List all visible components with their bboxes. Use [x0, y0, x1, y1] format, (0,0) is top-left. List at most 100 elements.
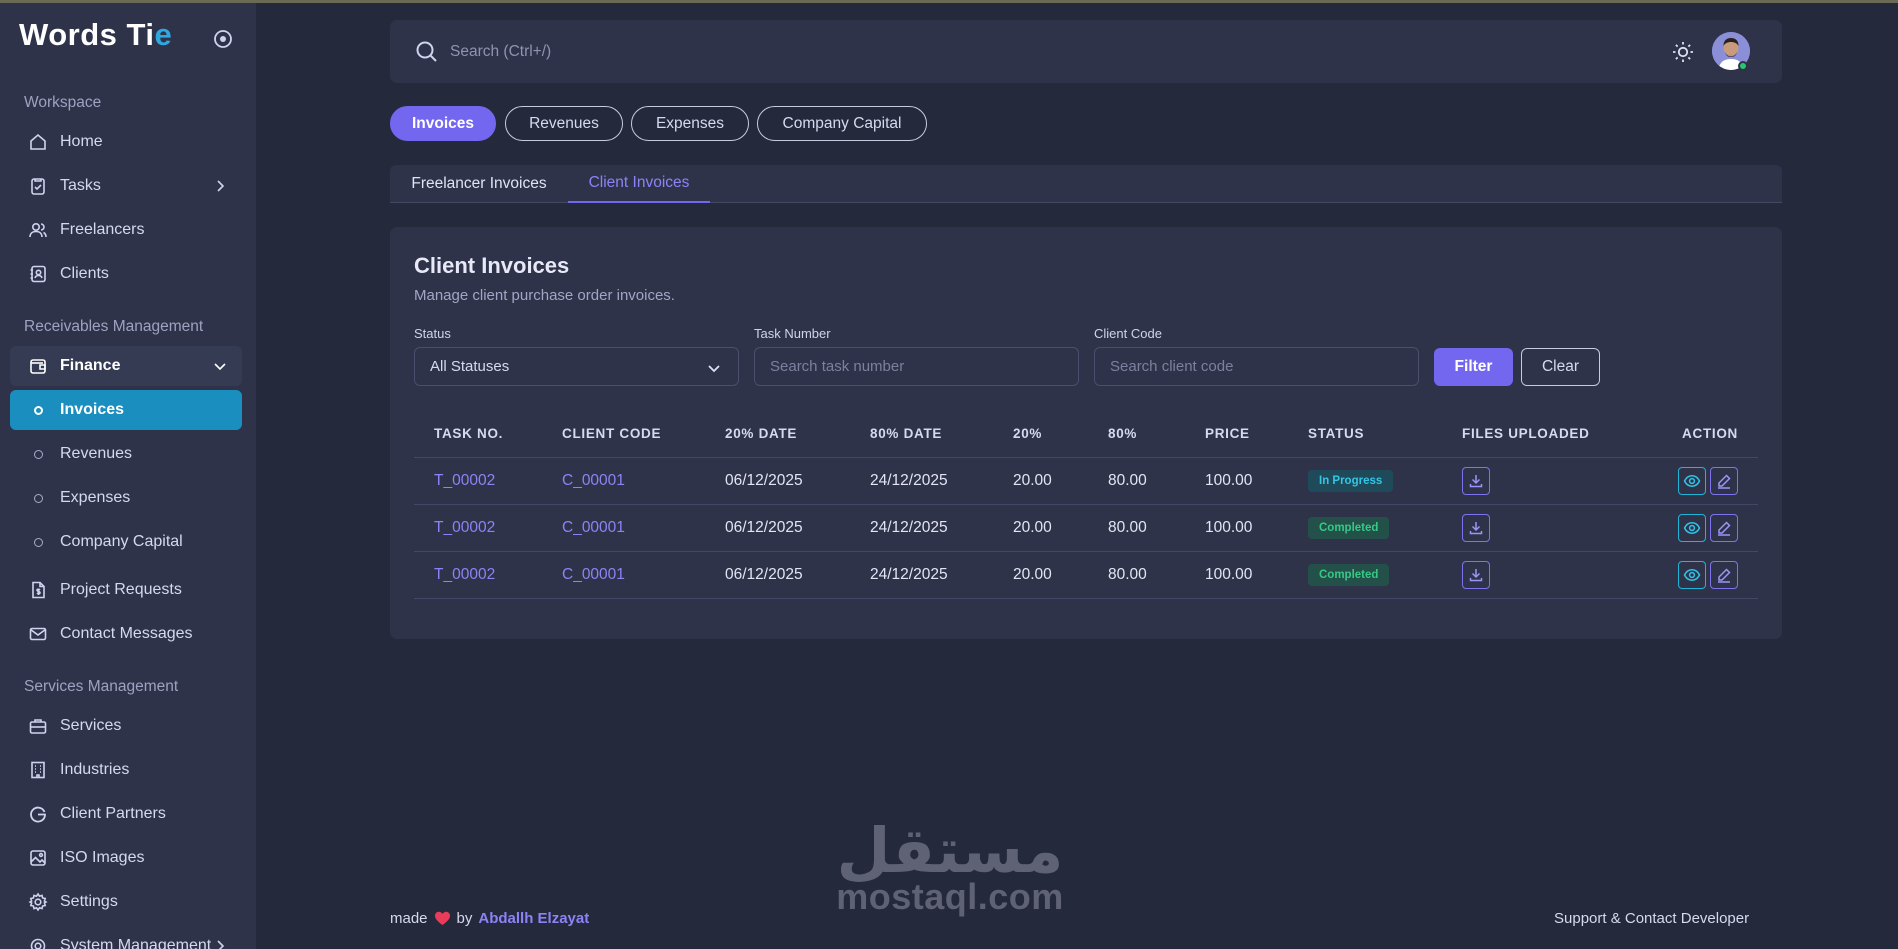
mail-icon	[27, 623, 49, 645]
table-row: T_00002 C_00001 06/12/2025 24/12/2025 20…	[414, 504, 1758, 552]
sidebar-item-settings[interactable]: Settings	[10, 882, 242, 922]
sidebar-item-clients[interactable]: Clients	[10, 254, 242, 294]
sun-icon[interactable]	[1670, 39, 1696, 65]
sidebar-item-label: ISO Images	[60, 849, 145, 866]
status-filter-label: Status	[414, 326, 451, 341]
author-link[interactable]: Abdallh Elzayat	[478, 910, 589, 927]
column-header[interactable]: 20%	[993, 411, 1088, 458]
status-select[interactable]: All Statuses	[414, 347, 739, 386]
date-20-cell: 06/12/2025	[705, 551, 850, 599]
bullet-circle-icon	[27, 399, 49, 421]
table-row: T_00002 C_00001 06/12/2025 24/12/2025 20…	[414, 551, 1758, 599]
sidebar-item-label: System Management	[60, 937, 212, 949]
view-eye-icon[interactable]	[1678, 513, 1706, 542]
window-top-border	[0, 0, 1898, 3]
tab-client-invoices[interactable]: Client Invoices	[568, 165, 710, 203]
sidebar-item-expenses[interactable]: Expenses	[10, 478, 242, 518]
chevron-right-icon	[212, 938, 228, 949]
column-header[interactable]: 80%	[1088, 411, 1185, 458]
price-cell: 100.00	[1185, 504, 1288, 552]
client-code-link[interactable]: C_00001	[542, 457, 705, 505]
column-header[interactable]: ACTION	[1592, 411, 1758, 458]
sidebar-item-system-management[interactable]: System Management	[10, 926, 242, 949]
sidebar-item-freelancers[interactable]: Freelancers	[10, 210, 242, 250]
column-header[interactable]: STATUS	[1288, 411, 1442, 458]
bullet-circle-icon	[27, 487, 49, 509]
tab-freelancer-invoices[interactable]: Freelancer Invoices	[390, 165, 568, 203]
search-icon[interactable]	[414, 39, 440, 65]
action-cell	[1592, 551, 1758, 599]
sidebar-item-label: Expenses	[60, 489, 131, 506]
edit-icon[interactable]	[1710, 560, 1738, 589]
sidebar-item-label: Home	[60, 133, 103, 150]
column-header[interactable]: 20% DATE	[705, 411, 850, 458]
filter-button[interactable]: Filter	[1434, 348, 1513, 386]
status-cell: Completed	[1288, 551, 1442, 599]
amount-20-cell: 20.00	[993, 551, 1088, 599]
footer-made: made	[390, 910, 428, 927]
sidebar-item-industries[interactable]: Industries	[10, 750, 242, 790]
sidebar-item-contact-messages[interactable]: Contact Messages	[10, 614, 242, 654]
invoice-type-tabs: Freelancer Invoices Client Invoices	[390, 165, 1782, 203]
brand-g-icon	[27, 803, 49, 825]
date-20-cell: 06/12/2025	[705, 504, 850, 552]
task-number-input[interactable]	[770, 358, 1070, 375]
column-header[interactable]: PRICE	[1185, 411, 1288, 458]
building-icon	[27, 759, 49, 781]
status-badge: Completed	[1308, 516, 1390, 539]
column-header[interactable]: FILES UPLOADED	[1442, 411, 1592, 458]
sidebar-item-services[interactable]: Services	[10, 706, 242, 746]
clear-button[interactable]: Clear	[1521, 348, 1600, 386]
download-icon[interactable]	[1462, 560, 1490, 589]
view-eye-icon[interactable]	[1678, 560, 1706, 589]
sidebar-item-iso-images[interactable]: ISO Images	[10, 838, 242, 878]
column-header[interactable]: 80% DATE	[850, 411, 993, 458]
sidebar-item-finance[interactable]: Finance	[10, 346, 242, 386]
amount-20-cell: 20.00	[993, 457, 1088, 505]
address-book-icon	[27, 263, 49, 285]
sidebar-item-client-partners[interactable]: Client Partners	[10, 794, 242, 834]
search-input[interactable]	[448, 36, 948, 68]
edit-icon[interactable]	[1710, 513, 1738, 542]
image-icon	[27, 847, 49, 869]
sidebar-item-company-capital[interactable]: Company Capital	[10, 522, 242, 562]
task-number-link[interactable]: T_00002	[414, 504, 542, 552]
date-80-cell: 24/12/2025	[850, 504, 993, 552]
client-code-input[interactable]	[1110, 358, 1410, 375]
pill-tab-expenses[interactable]: Expenses	[631, 106, 749, 141]
sidebar-item-revenues[interactable]: Revenues	[10, 434, 242, 474]
column-header[interactable]: CLIENT CODE	[542, 411, 705, 458]
home-icon	[27, 131, 49, 153]
column-header[interactable]: TASK NO.	[414, 411, 542, 458]
footer-by: by	[456, 910, 473, 927]
client-code-link[interactable]: C_00001	[542, 551, 705, 599]
sidebar-collapse-toggle-icon[interactable]	[212, 28, 234, 50]
support-link[interactable]: Support & Contact Developer	[1554, 910, 1749, 927]
sidebar-item-label: Services	[60, 717, 122, 734]
sidebar-item-home[interactable]: Home	[10, 122, 242, 162]
sidebar-item-invoices[interactable]: Invoices	[10, 390, 242, 430]
pill-tab-invoices[interactable]: Invoices	[390, 106, 496, 141]
pill-tab-company-capital[interactable]: Company Capital	[757, 106, 927, 141]
date-80-cell: 24/12/2025	[850, 551, 993, 599]
table-row: T_00002 C_00001 06/12/2025 24/12/2025 20…	[414, 457, 1758, 505]
table-header-row: TASK NO. CLIENT CODE 20% DATE 80% DATE 2…	[414, 411, 1758, 458]
download-icon[interactable]	[1462, 466, 1490, 495]
sidebar-item-label: Project Requests	[60, 581, 182, 598]
status-cell: Completed	[1288, 504, 1442, 552]
status-select-value: All Statuses	[430, 358, 510, 375]
price-cell: 100.00	[1185, 551, 1288, 599]
sidebar-item-project-requests[interactable]: Project Requests	[10, 570, 242, 610]
task-number-link[interactable]: T_00002	[414, 551, 542, 599]
section-title-receivables: Receivables Management	[24, 318, 204, 335]
pill-tab-revenues[interactable]: Revenues	[505, 106, 623, 141]
view-eye-icon[interactable]	[1678, 466, 1706, 495]
download-icon[interactable]	[1462, 513, 1490, 542]
watermark-arabic: مستقل	[836, 814, 1064, 887]
sidebar-item-tasks[interactable]: Tasks	[10, 166, 242, 206]
task-number-link[interactable]: T_00002	[414, 457, 542, 505]
client-code-link[interactable]: C_00001	[542, 504, 705, 552]
brand-logo[interactable]: Words Tie	[19, 17, 172, 53]
edit-icon[interactable]	[1710, 466, 1738, 495]
heart-icon	[434, 910, 451, 927]
